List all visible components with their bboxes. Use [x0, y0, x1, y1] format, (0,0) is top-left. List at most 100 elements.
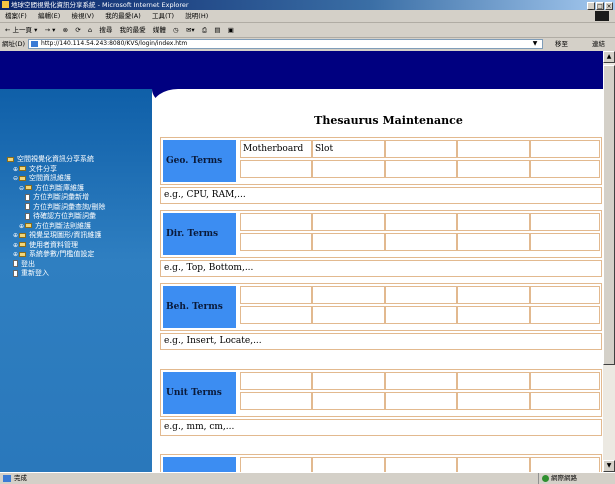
sidebar-item[interactable]: ⊕ 系統參數/門檻值設定 — [7, 250, 152, 260]
term-input[interactable] — [240, 457, 312, 472]
term-input[interactable] — [530, 140, 600, 158]
favorites-button[interactable]: 我的最愛 — [120, 26, 146, 34]
term-input[interactable] — [385, 372, 457, 390]
maximize-button[interactable]: □ — [596, 2, 604, 10]
term-input[interactable] — [240, 372, 312, 390]
term-input[interactable] — [457, 457, 530, 472]
menu-file[interactable]: 檔案(F) — [5, 12, 27, 20]
term-input[interactable] — [312, 160, 385, 178]
term-input[interactable] — [530, 306, 600, 324]
scroll-down-icon[interactable]: ▼ — [603, 460, 615, 472]
sidebar-item[interactable]: ⊕ 使用者資料管理 — [7, 241, 152, 251]
term-input[interactable] — [530, 457, 600, 472]
folder-icon — [7, 156, 14, 162]
sidebar-item[interactable]: ⊕ 方位判斷法則維護 — [7, 222, 152, 232]
close-button[interactable]: × — [605, 2, 613, 10]
term-input[interactable] — [312, 457, 385, 472]
term-input[interactable] — [312, 233, 385, 251]
scroll-thumb[interactable] — [603, 65, 615, 365]
term-input[interactable] — [457, 372, 530, 390]
term-input[interactable] — [530, 160, 600, 178]
term-input[interactable] — [240, 213, 312, 231]
term-input[interactable] — [457, 140, 530, 158]
menu-tools[interactable]: 工具(T) — [152, 12, 174, 20]
term-input[interactable] — [312, 392, 385, 410]
history-icon[interactable]: ◷ — [173, 26, 179, 34]
menu-edit[interactable]: 編輯(E) — [38, 12, 60, 20]
print-icon[interactable]: ⎙ — [202, 26, 207, 34]
page-viewport: 空間視覺化資訊分享系統 ⊕ 文件分享 ⊖ 空間資訊維護 ⊖ 方位判斷庫維護 方位判斷詞彙新增方… — [0, 51, 615, 472]
links-button[interactable]: 連結 — [592, 38, 605, 50]
expand-icon[interactable]: ⊕ — [13, 251, 18, 258]
term-input[interactable] — [530, 213, 600, 231]
term-input[interactable] — [385, 392, 457, 410]
term-input[interactable] — [312, 213, 385, 231]
term-input[interactable] — [240, 160, 312, 178]
term-input[interactable] — [530, 286, 600, 304]
menu-view[interactable]: 檢視(V) — [71, 12, 94, 20]
term-input[interactable] — [312, 372, 385, 390]
sidebar-item[interactable]: 重新登入 — [7, 269, 152, 279]
menu-help[interactable]: 說明(H) — [185, 12, 208, 20]
term-input[interactable] — [312, 306, 385, 324]
collapse-icon[interactable]: ⊖ — [13, 175, 18, 182]
sidebar-item-label: 視覺呈現圖形/資訊維護 — [29, 231, 102, 239]
discuss-icon[interactable]: ▣ — [228, 26, 234, 34]
term-input[interactable] — [385, 306, 457, 324]
term-input[interactable] — [457, 306, 530, 324]
vertical-scrollbar[interactable]: ▲ ▼ — [603, 51, 615, 472]
back-button[interactable]: ← 上一頁 ▾ — [5, 26, 37, 34]
menu-favorites[interactable]: 我的最愛(A) — [105, 12, 141, 20]
go-button[interactable]: 移至 — [555, 38, 568, 50]
sidebar-item[interactable]: 待確認方位判斷詞彙 — [7, 212, 152, 222]
term-input[interactable] — [385, 233, 457, 251]
term-input[interactable] — [385, 213, 457, 231]
term-input[interactable] — [385, 140, 457, 158]
sidebar-item[interactable]: ⊕ 文件分享 — [7, 165, 152, 175]
chevron-down-icon[interactable]: ▼ — [530, 40, 540, 48]
sidebar-item[interactable]: 登出 — [7, 260, 152, 270]
expand-icon[interactable]: ⊕ — [13, 166, 18, 173]
term-input[interactable] — [457, 392, 530, 410]
expand-icon[interactable]: ⊕ — [13, 242, 18, 249]
term-input[interactable] — [240, 286, 312, 304]
edit-icon[interactable]: ▤ — [214, 26, 220, 34]
refresh-icon[interactable]: ⟳ — [75, 26, 80, 34]
scroll-up-icon[interactable]: ▲ — [603, 51, 615, 63]
expand-icon[interactable]: ⊕ — [13, 232, 18, 239]
home-icon[interactable]: ⌂ — [88, 26, 92, 34]
sidebar-item-label: 登出 — [21, 259, 35, 268]
term-input[interactable] — [530, 392, 600, 410]
forward-button[interactable]: → ▾ — [45, 26, 56, 34]
term-input[interactable] — [530, 233, 600, 251]
term-input[interactable] — [457, 213, 530, 231]
term-input[interactable] — [240, 392, 312, 410]
term-input[interactable] — [385, 286, 457, 304]
term-input[interactable] — [240, 233, 312, 251]
zone-label: 網際網路 — [551, 474, 577, 482]
collapse-icon[interactable]: ⊖ — [19, 185, 24, 192]
term-input[interactable] — [457, 286, 530, 304]
sidebar-item[interactable]: ⊖ 方位判斷庫維護 — [7, 184, 152, 194]
sidebar-item[interactable]: 方位判斷詞彙查詢/刪除 — [7, 203, 152, 213]
term-input[interactable] — [385, 457, 457, 472]
sidebar-item[interactable]: ⊕ 視覺呈現圖形/資訊維護 — [7, 231, 152, 241]
term-input[interactable] — [240, 306, 312, 324]
sidebar-item[interactable]: 方位判斷詞彙新增 — [7, 193, 152, 203]
stop-icon[interactable]: ⊗ — [63, 26, 68, 34]
term-input[interactable] — [457, 233, 530, 251]
sidebar-item[interactable]: 空間視覺化資訊分享系統 — [7, 155, 152, 165]
term-input[interactable] — [312, 286, 385, 304]
minimize-button[interactable]: _ — [587, 2, 595, 10]
term-input[interactable] — [385, 160, 457, 178]
term-input[interactable]: Slot — [312, 140, 385, 158]
sidebar-item[interactable]: ⊖ 空間資訊維護 — [7, 174, 152, 184]
term-input[interactable]: Motherboard — [240, 140, 312, 158]
expand-icon[interactable]: ⊕ — [19, 223, 24, 230]
address-input[interactable]: http://140.114.54.243:8080/KVS/login/ind… — [28, 39, 543, 49]
term-input[interactable] — [530, 372, 600, 390]
mail-icon[interactable]: ✉▾ — [186, 26, 195, 34]
search-button[interactable]: 搜尋 — [99, 26, 112, 34]
term-input[interactable] — [457, 160, 530, 178]
media-button[interactable]: 媒體 — [153, 26, 166, 34]
